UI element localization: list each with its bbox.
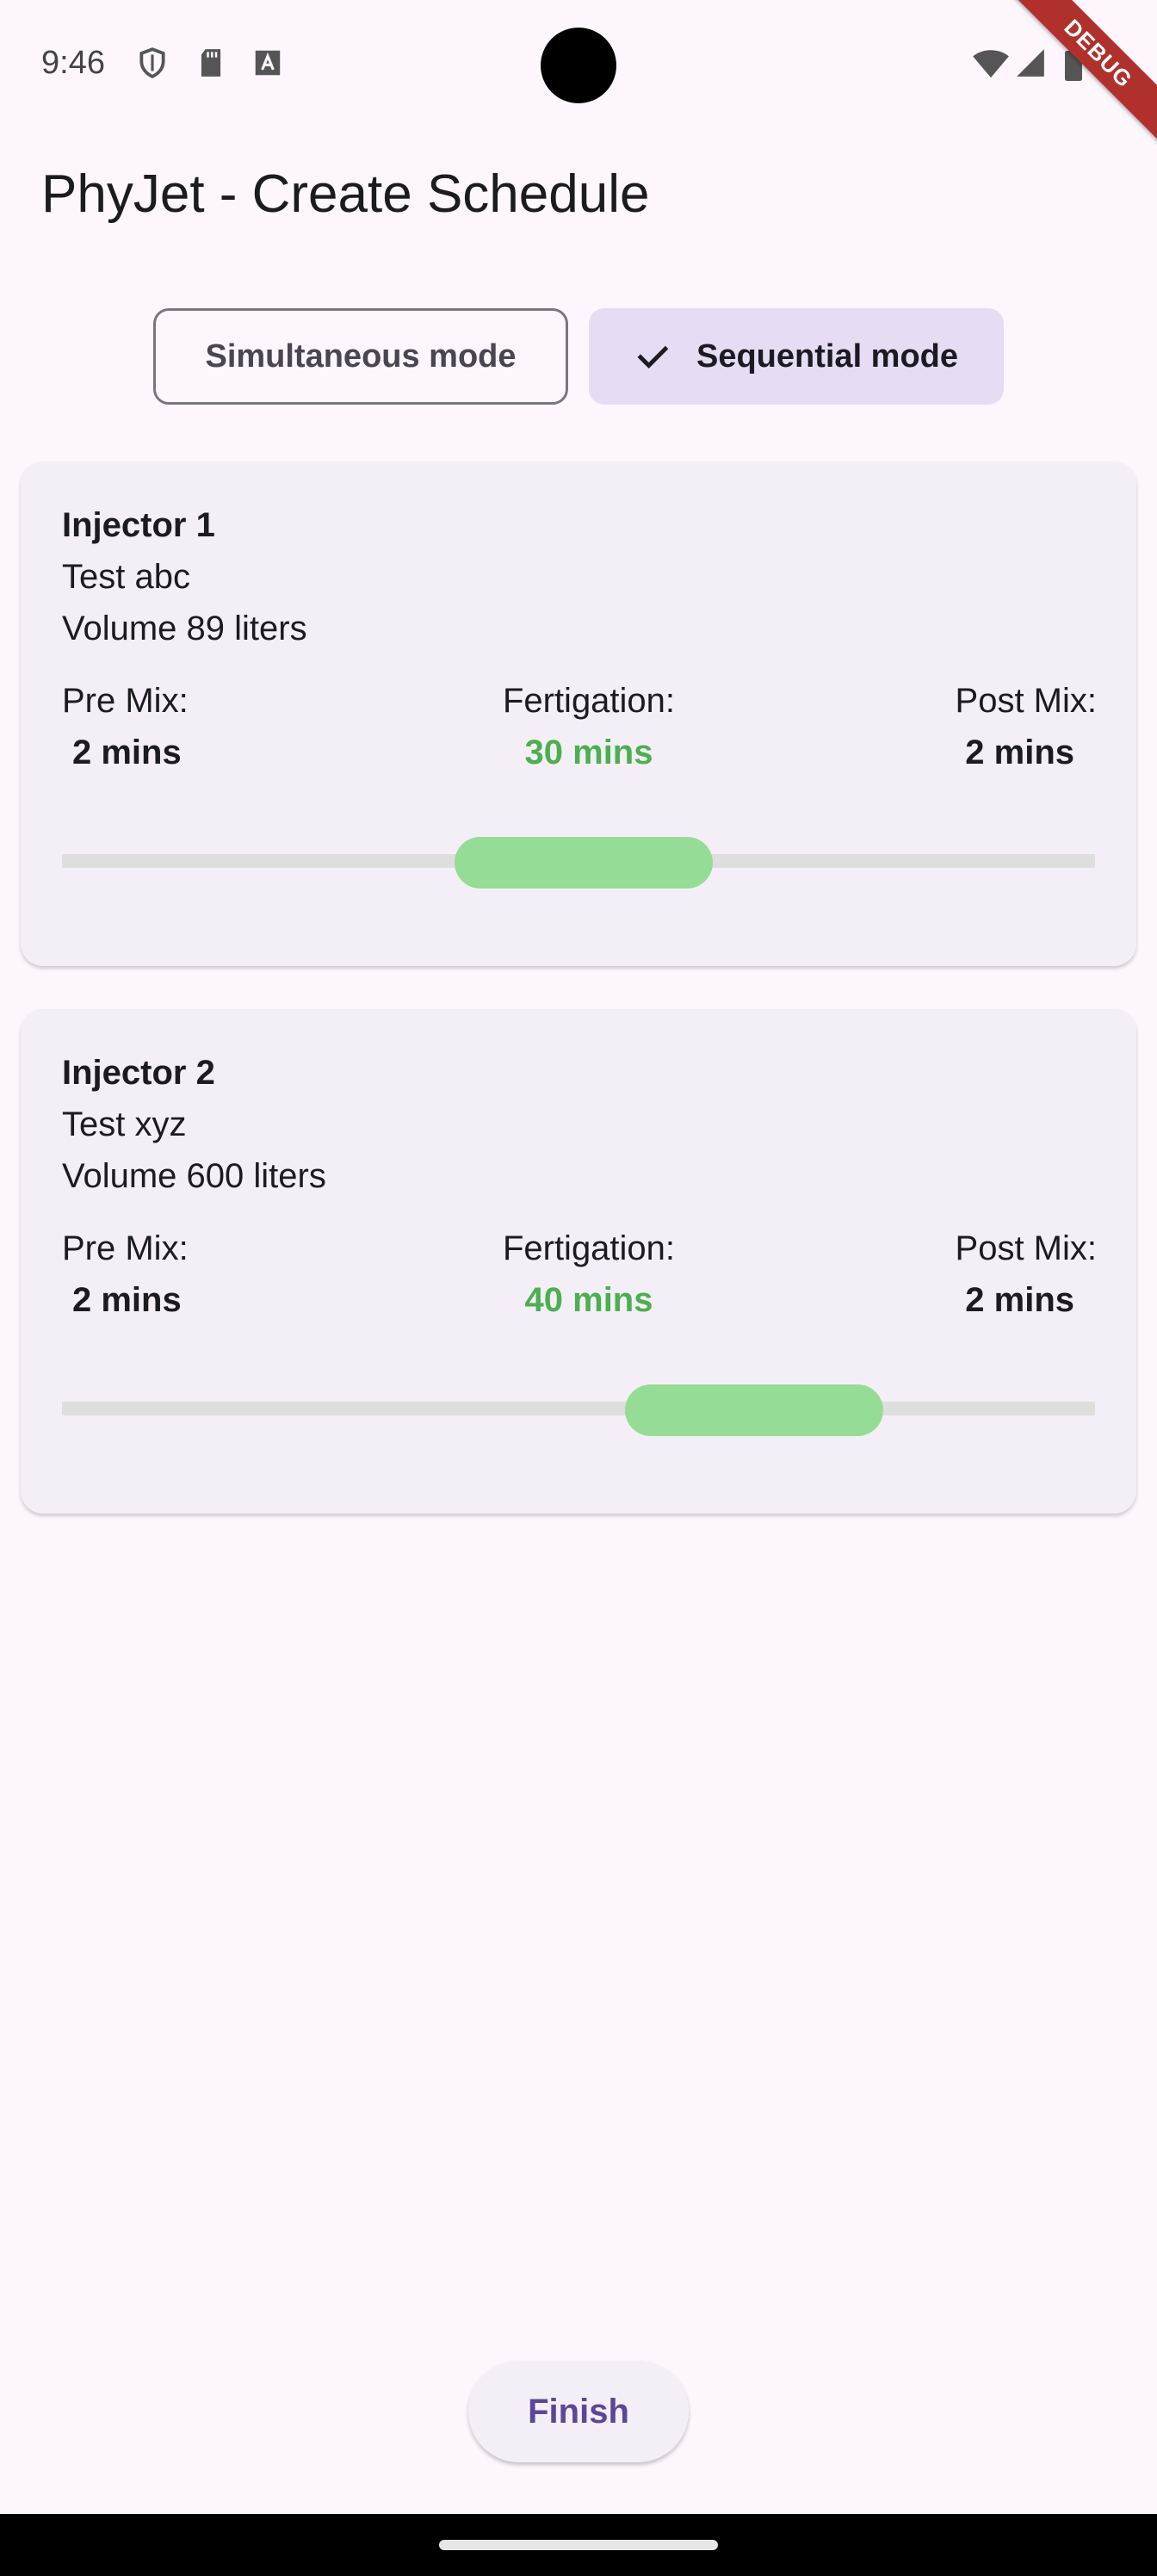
schedule-timeline-track: [62, 1402, 1095, 1415]
fertigation-label: Fertigation:: [502, 682, 676, 720]
post-mix-value: 2 mins: [965, 734, 1074, 771]
finish-button[interactable]: Finish: [468, 2361, 689, 2462]
font-a-icon: [251, 46, 284, 79]
injector-title: Injector 2: [62, 1054, 215, 1092]
post-mix-value: 2 mins: [965, 1281, 1074, 1319]
injector-title: Injector 1: [62, 506, 215, 544]
simultaneous-mode-button[interactable]: Simultaneous mode: [153, 308, 568, 405]
status-bar: 9:46 DEBUG: [0, 0, 1157, 146]
injector-name: Test xyz: [62, 1105, 187, 1143]
camera-cutout: [541, 28, 616, 103]
page-title: PhyJet - Create Schedule: [41, 164, 650, 224]
fertigation-range-handle[interactable]: [625, 1384, 883, 1436]
finish-label: Finish: [528, 2392, 629, 2430]
post-mix-label: Post Mix:: [955, 682, 1097, 720]
pre-mix-value: 2 mins: [72, 734, 182, 771]
injector-card[interactable]: Injector 2 Test xyz Volume 600 liters Pr…: [21, 1009, 1136, 1514]
shield-icon: [136, 46, 169, 79]
status-time: 9:46: [41, 45, 105, 81]
pre-mix-label: Pre Mix:: [62, 1229, 189, 1267]
check-icon: [634, 338, 671, 375]
injector-name: Test abc: [62, 558, 190, 596]
fertigation-value: 30 mins: [524, 734, 653, 771]
pre-mix-value: 2 mins: [72, 1281, 182, 1319]
injector-card[interactable]: Injector 1 Test abc Volume 89 liters Pre…: [21, 461, 1136, 966]
app-screen: 9:46 DEBUG PhyJet - Create Schedule Simu…: [0, 0, 1157, 2514]
pre-mix-label: Pre Mix:: [62, 682, 189, 720]
home-indicator[interactable]: [439, 2540, 718, 2550]
sd-card-icon: [195, 46, 227, 79]
wifi-icon: [971, 46, 1011, 79]
signal-icon: [1014, 46, 1047, 79]
post-mix-label: Post Mix:: [955, 1229, 1097, 1267]
simultaneous-mode-label: Simultaneous mode: [205, 337, 517, 375]
fertigation-value: 40 mins: [524, 1281, 653, 1319]
fertigation-range-handle[interactable]: [455, 837, 713, 889]
sequential-mode-button[interactable]: Sequential mode: [589, 308, 1004, 405]
injector-volume: Volume 89 liters: [62, 610, 307, 647]
fertigation-label: Fertigation:: [502, 1229, 676, 1267]
injector-volume: Volume 600 liters: [62, 1157, 326, 1195]
sequential-mode-label: Sequential mode: [696, 337, 959, 375]
